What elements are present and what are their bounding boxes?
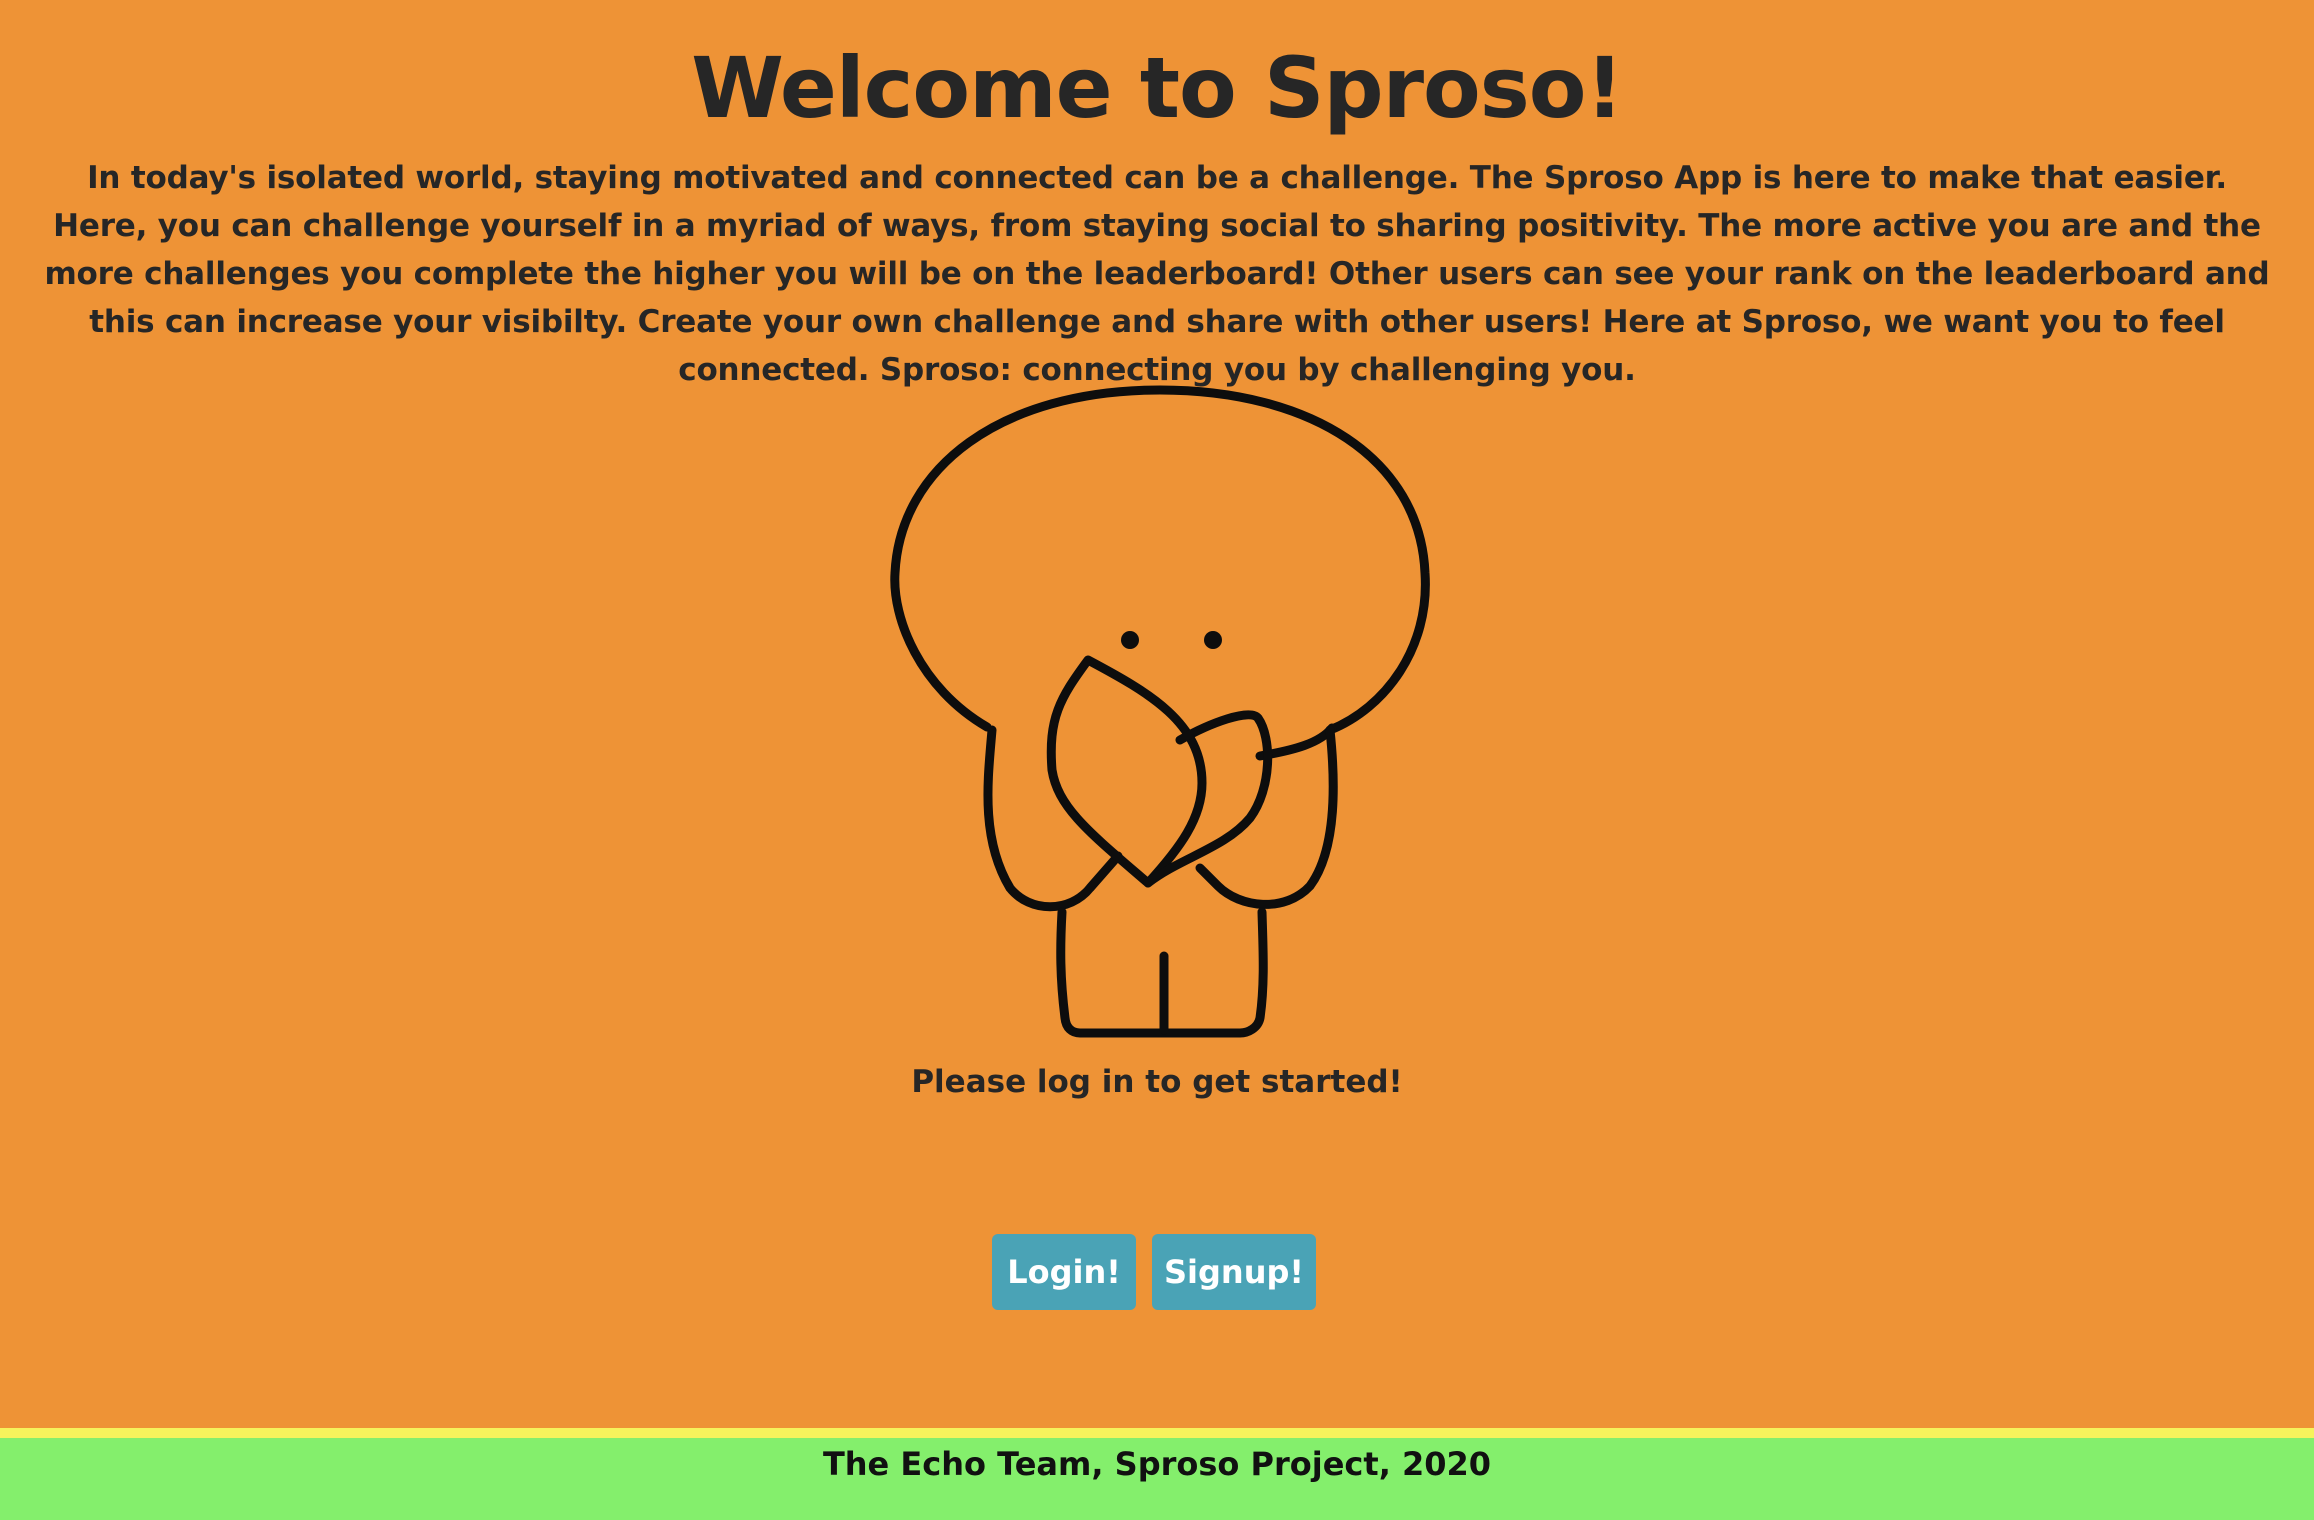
main-content: Welcome to Sproso! In today's isolated w… — [0, 0, 2314, 1428]
page-title: Welcome to Sproso! — [691, 39, 1624, 137]
footer-divider — [0, 1428, 2314, 1438]
sprout-mascot-icon — [890, 385, 1430, 1038]
login-prompt: Please log in to get started! — [911, 1064, 1403, 1100]
intro-paragraph: In today's isolated world, staying motiv… — [44, 160, 2270, 388]
footer: The Echo Team, Sproso Project, 2020 — [0, 1438, 2314, 1520]
login-button[interactable]: Login! — [992, 1234, 1136, 1310]
signup-button[interactable]: Signup! — [1152, 1234, 1316, 1310]
footer-text: The Echo Team, Sproso Project, 2020 — [822, 1445, 1492, 1483]
